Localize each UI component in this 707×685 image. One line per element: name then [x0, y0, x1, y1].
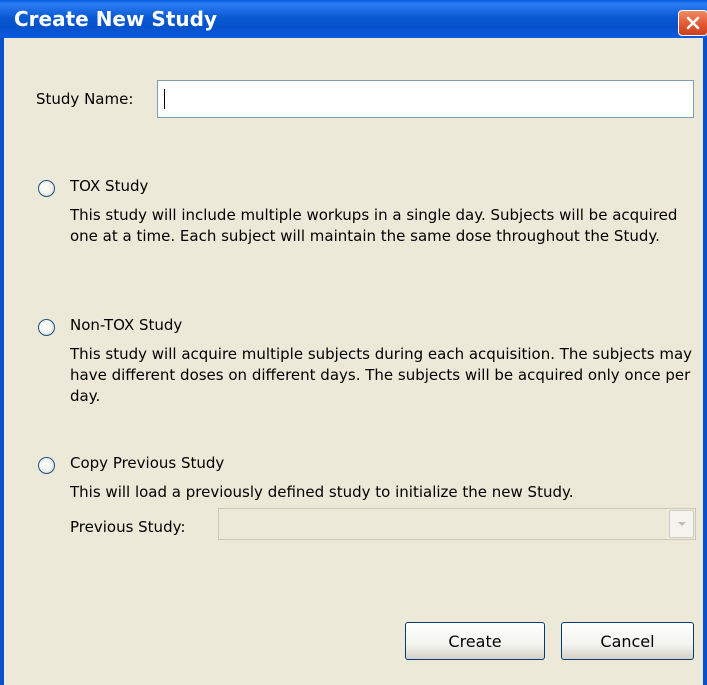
tox-study-label[interactable]: TOX Study [70, 177, 148, 195]
tox-study-description: This study will include multiple workups… [70, 206, 678, 245]
chevron-down-icon [677, 522, 686, 526]
non-tox-study-radio[interactable] [38, 319, 55, 336]
window-border-left [0, 38, 4, 685]
close-button[interactable] [678, 10, 707, 36]
copy-previous-study-label[interactable]: Copy Previous Study [70, 454, 224, 472]
title-bar[interactable]: Create New Study [0, 0, 707, 38]
create-button[interactable]: Create [405, 622, 545, 660]
tox-study-radio[interactable] [38, 180, 55, 197]
copy-previous-study-description: This will load a previously defined stud… [70, 483, 574, 501]
copy-previous-study-radio[interactable] [38, 457, 55, 474]
study-name-input[interactable] [157, 80, 694, 118]
previous-study-dropdown-button[interactable] [669, 510, 694, 538]
cancel-button[interactable]: Cancel [561, 622, 694, 660]
previous-study-label: Previous Study: [70, 518, 186, 536]
window-title: Create New Study [14, 7, 217, 31]
non-tox-study-description: This study will acquire multiple subject… [70, 345, 693, 405]
study-name-label: Study Name: [36, 90, 134, 108]
previous-study-dropdown[interactable] [218, 508, 696, 540]
close-icon [686, 16, 700, 30]
non-tox-study-label[interactable]: Non-TOX Study [70, 316, 182, 334]
text-caret [164, 89, 165, 109]
